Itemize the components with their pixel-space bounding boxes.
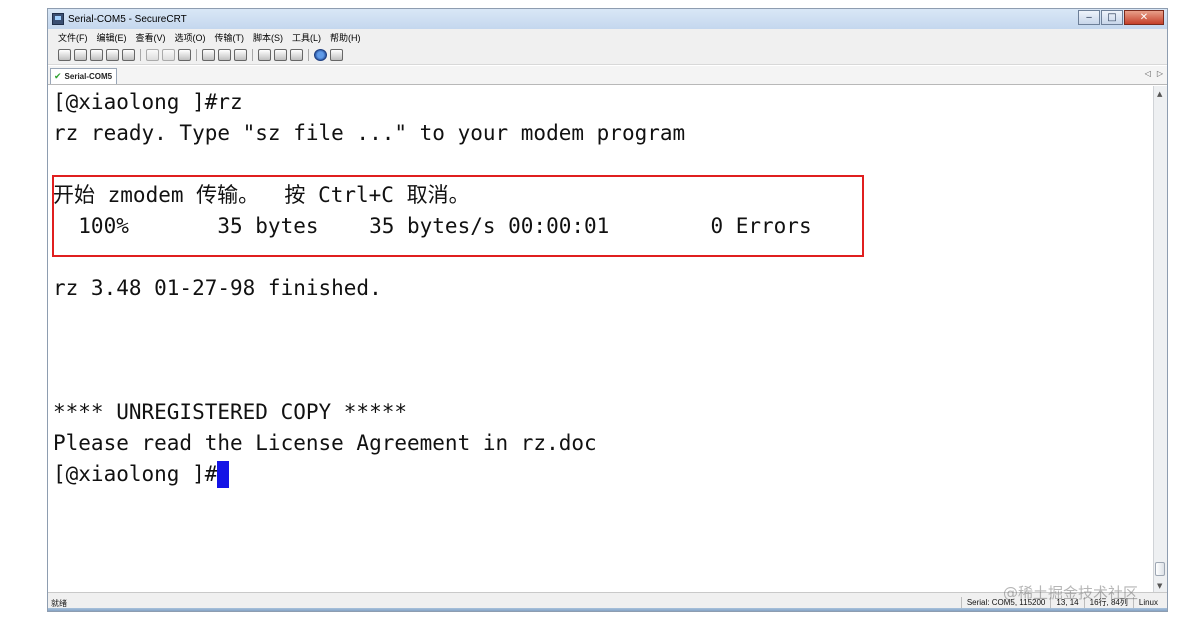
window-controls: ‒ □ ✕ xyxy=(1077,10,1164,25)
windows-taskbar xyxy=(48,608,1167,611)
terminal-line-current-prompt: [@xiaolong ]# xyxy=(53,461,230,488)
toolbar-separator xyxy=(252,48,253,61)
title-bar[interactable]: Serial-COM5 - SecureCRT ‒ □ ✕ xyxy=(48,9,1167,29)
toolbar-separator xyxy=(140,48,141,61)
reconnect-icon[interactable] xyxy=(106,48,119,61)
paste-icon[interactable] xyxy=(162,48,175,61)
keymap-icon[interactable] xyxy=(330,48,343,61)
minimize-button[interactable]: ‒ xyxy=(1078,10,1100,25)
menu-tools[interactable]: 工具(L) xyxy=(292,31,321,44)
terminal-cursor xyxy=(217,461,230,488)
copy-icon[interactable] xyxy=(146,48,159,61)
connect-icon[interactable] xyxy=(58,48,71,61)
terminal-line-license: Please read the License Agreement in rz.… xyxy=(53,431,597,455)
tab-bar: ✔ Serial-COM5 ◁ ▷ xyxy=(48,66,1167,85)
scroll-up-icon[interactable]: ▲ xyxy=(1157,90,1162,98)
terminal-line-rz-ready: rz ready. Type "sz file ..." to your mod… xyxy=(53,121,686,145)
vertical-scrollbar[interactable]: ▲ ▼ xyxy=(1153,86,1167,592)
global-options-icon[interactable] xyxy=(274,48,287,61)
toolbar-separator xyxy=(308,48,309,61)
highlight-annotation-box xyxy=(52,175,864,257)
menu-edit[interactable]: 编辑(E) xyxy=(97,31,127,44)
help-icon[interactable] xyxy=(314,48,327,61)
maximize-button[interactable]: □ xyxy=(1101,10,1123,25)
find-icon[interactable] xyxy=(178,48,191,61)
securecrt-app-icon xyxy=(52,13,64,25)
tab-next-icon[interactable]: ▷ xyxy=(1157,69,1163,78)
menu-transfer[interactable]: 传输(T) xyxy=(215,31,245,44)
quick-connect-icon[interactable] xyxy=(74,48,87,61)
menu-file[interactable]: 文件(F) xyxy=(58,31,88,44)
close-button[interactable]: ✕ xyxy=(1124,10,1164,25)
watermark: @稀土掘金技术社区 xyxy=(1003,584,1139,602)
menu-options[interactable]: 选项(O) xyxy=(175,31,206,44)
tab-serial-com5[interactable]: ✔ Serial-COM5 xyxy=(50,68,118,84)
menu-script[interactable]: 脚本(S) xyxy=(253,31,283,44)
toolbar-separator xyxy=(196,48,197,61)
connected-check-icon: ✔ xyxy=(54,71,62,82)
tab-label: Serial-COM5 xyxy=(64,72,113,81)
prompt-text: [@xiaolong ]# xyxy=(53,462,218,486)
terminal-area[interactable]: [@xiaolong ]#rz rz ready. Type "sz file … xyxy=(48,86,1153,592)
connect-in-tab-icon[interactable] xyxy=(90,48,103,61)
menu-help[interactable]: 帮助(H) xyxy=(330,31,361,44)
terminal-line-prompt-rz: [@xiaolong ]#rz xyxy=(53,90,243,114)
menu-view[interactable]: 查看(V) xyxy=(136,31,166,44)
sftp-icon[interactable] xyxy=(290,48,303,61)
terminal-line-finished: rz 3.48 01-27-98 finished. xyxy=(53,276,382,300)
window-title: Serial-COM5 - SecureCRT xyxy=(68,13,187,25)
print-selection-icon[interactable] xyxy=(218,48,231,61)
tab-prev-icon[interactable]: ◁ xyxy=(1145,69,1151,78)
scroll-down-icon[interactable]: ▼ xyxy=(1157,582,1162,590)
terminal-line-unregistered: **** UNREGISTERED COPY ***** xyxy=(53,400,408,424)
scroll-thumb[interactable] xyxy=(1155,562,1165,576)
print-setup-icon[interactable] xyxy=(234,48,247,61)
menu-bar: 文件(F) 编辑(E) 查看(V) 选项(O) 传输(T) 脚本(S) 工具(L… xyxy=(48,29,1167,45)
toolbar xyxy=(48,45,1167,65)
disconnect-icon[interactable] xyxy=(122,48,135,61)
session-options-icon[interactable] xyxy=(258,48,271,61)
tab-navigation: ◁ ▷ xyxy=(1139,69,1163,78)
securecrt-window: Serial-COM5 - SecureCRT ‒ □ ✕ 文件(F) 编辑(E… xyxy=(47,8,1168,612)
print-icon[interactable] xyxy=(202,48,215,61)
